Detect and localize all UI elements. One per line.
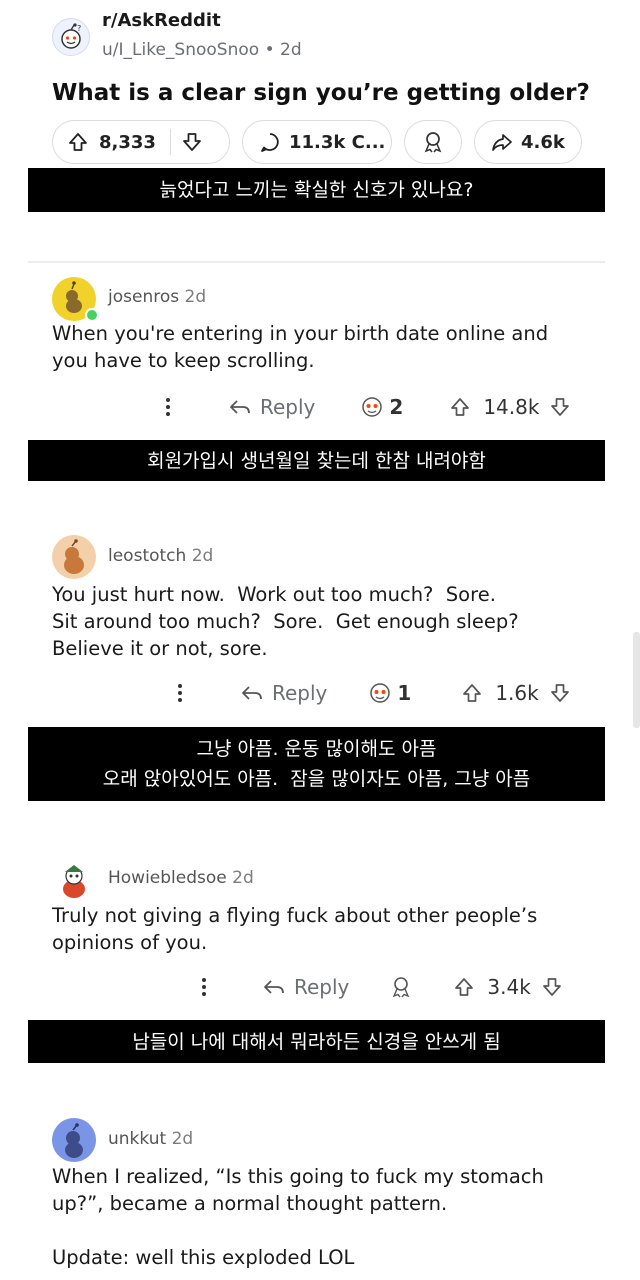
caption-line: 그냥 아픔. 운동 많이해도 아픔: [196, 738, 437, 760]
award-icon[interactable]: [367, 681, 393, 705]
more-icon[interactable]: [160, 395, 176, 419]
post-author[interactable]: u/I_Like_SnooSnoo: [102, 40, 259, 60]
translation-caption: 회원가입시 생년월일 찾는데 한참 내려야함: [28, 440, 605, 481]
vote-count: 3.4k: [487, 975, 531, 999]
downvote-icon[interactable]: [181, 131, 203, 153]
subreddit-avatar[interactable]: ?: [52, 18, 90, 56]
upvote-icon[interactable]: [449, 396, 471, 418]
reply-button[interactable]: Reply: [272, 681, 327, 705]
comment-body: Truly not giving a flying fuck about oth…: [52, 902, 592, 956]
username[interactable]: leostotch: [108, 546, 186, 566]
comment-line: up?”, became a normal thought pattern.: [52, 1192, 448, 1215]
upvote-count: 8,333: [99, 131, 156, 153]
award-count: 1: [397, 681, 412, 705]
section-divider: [28, 261, 605, 263]
caption-line: 남들이 나에 대해서 뭐라하든 신경을 안쓰게 됨: [132, 1030, 501, 1053]
downvote-icon[interactable]: [549, 396, 571, 418]
comment-line-blank: [52, 1217, 592, 1244]
vote-count: 1.6k: [495, 681, 539, 705]
upvote-icon[interactable]: [67, 131, 89, 153]
reply-button[interactable]: Reply: [294, 975, 349, 999]
comment-age: 2d: [191, 546, 214, 566]
comments-button[interactable]: 11.3k C...: [242, 120, 392, 164]
more-icon[interactable]: [196, 975, 212, 999]
avatar[interactable]: [52, 1118, 96, 1162]
translation-caption: 늙었다고 느끼는 확실한 신호가 있나요?: [28, 168, 605, 212]
translation-caption: 남들이 나에 대해서 뭐라하든 신경을 안쓰게 됨: [28, 1020, 605, 1063]
vote-count: 14.8k: [483, 395, 540, 419]
post-age: 2d: [280, 40, 302, 60]
comment-author[interactable]: josenros 2d: [108, 287, 206, 307]
comment-line: you have to keep scrolling.: [52, 349, 315, 372]
username[interactable]: josenros: [108, 287, 179, 307]
comment-age: 2d: [184, 287, 207, 307]
username[interactable]: Howiebledsoe: [108, 868, 227, 888]
comment-line: Believe it or not, sore.: [52, 637, 268, 660]
upvote-icon[interactable]: [453, 976, 475, 998]
comment-body: When I realized, “Is this going to fuck …: [52, 1163, 592, 1271]
comment-body: You just hurt now. Work out too much? So…: [52, 581, 592, 662]
caption-line: 오래 앉아있어도 아픔. 잠을 많이자도 아픔, 그냥 아픔: [102, 768, 531, 790]
comments-count: 11.3k C...: [289, 131, 386, 153]
comment-line: Update: well this exploded LOL: [52, 1246, 355, 1269]
comment-author[interactable]: unkkut 2d: [108, 1129, 193, 1149]
vote-pill: 8,333: [52, 120, 230, 164]
snoo-avatar-icon: [64, 539, 84, 574]
upvote-icon[interactable]: [461, 682, 483, 704]
snoo-avatar-icon: [63, 865, 85, 898]
downvote-icon[interactable]: [541, 976, 563, 998]
avatar[interactable]: [52, 856, 96, 900]
comment-author[interactable]: Howiebledsoe 2d: [108, 868, 254, 888]
comment-actions: Reply 3.4k: [196, 972, 563, 1002]
svg-text:?: ?: [77, 24, 81, 33]
comment-line: When I realized, “Is this going to fuck …: [52, 1165, 544, 1188]
caption-line: 늙었다고 느끼는 확실한 신호가 있나요?: [159, 179, 474, 201]
reply-icon[interactable]: [228, 396, 252, 418]
comment-line: When you're entering in your birth date …: [52, 322, 549, 345]
comment-line: Truly not giving a flying fuck about oth…: [52, 904, 538, 927]
vote-divider: [169, 129, 172, 155]
award-count: 2: [389, 395, 404, 419]
snoo-avatar-icon: ?: [61, 23, 81, 49]
post-meta: u/I_Like_SnooSnoo • 2d: [102, 40, 302, 60]
post-title[interactable]: What is a clear sign you’re getting olde…: [52, 80, 590, 106]
avatar[interactable]: [52, 535, 96, 579]
award-icon: [421, 130, 445, 154]
username[interactable]: unkkut: [108, 1129, 166, 1149]
downvote-icon[interactable]: [549, 682, 571, 704]
comment-line: opinions of you.: [52, 931, 208, 954]
snoo-avatar-icon: [65, 1123, 83, 1158]
subreddit-name[interactable]: r/AskReddit: [102, 10, 221, 31]
reply-icon[interactable]: [262, 976, 286, 998]
caption-line: 회원가입시 생년월일 찾는데 한참 내려야함: [147, 449, 486, 472]
comment-body: When you're entering in your birth date …: [52, 320, 592, 374]
award-button[interactable]: [404, 120, 462, 164]
reply-icon[interactable]: [240, 682, 264, 704]
share-icon: [491, 131, 513, 153]
share-count: 4.6k: [521, 131, 565, 153]
reply-button[interactable]: Reply: [260, 395, 315, 419]
avatar[interactable]: [52, 277, 99, 322]
comment-actions: Reply 1 1.6k: [172, 678, 571, 708]
comment-line: You just hurt now. Work out too much? So…: [52, 583, 496, 606]
meta-dot: •: [264, 40, 280, 60]
comment-age: 2d: [171, 1129, 194, 1149]
comment-age: 2d: [232, 868, 254, 888]
comment-actions: Reply 2 14.8k: [160, 392, 571, 422]
translation-caption: 그냥 아픔. 운동 많이해도 아픔 오래 앉아있어도 아픔. 잠을 많이자도 아…: [28, 727, 605, 801]
comment-author[interactable]: leostotch 2d: [108, 546, 213, 566]
award-icon[interactable]: [389, 975, 413, 999]
scrollbar-thumb[interactable]: [633, 632, 640, 728]
comment-icon: [259, 131, 281, 153]
award-icon[interactable]: [359, 395, 385, 419]
comment-line: Sit around too much? Sore. Get enough sl…: [52, 610, 519, 633]
share-button[interactable]: 4.6k: [474, 120, 582, 164]
more-icon[interactable]: [172, 681, 188, 705]
